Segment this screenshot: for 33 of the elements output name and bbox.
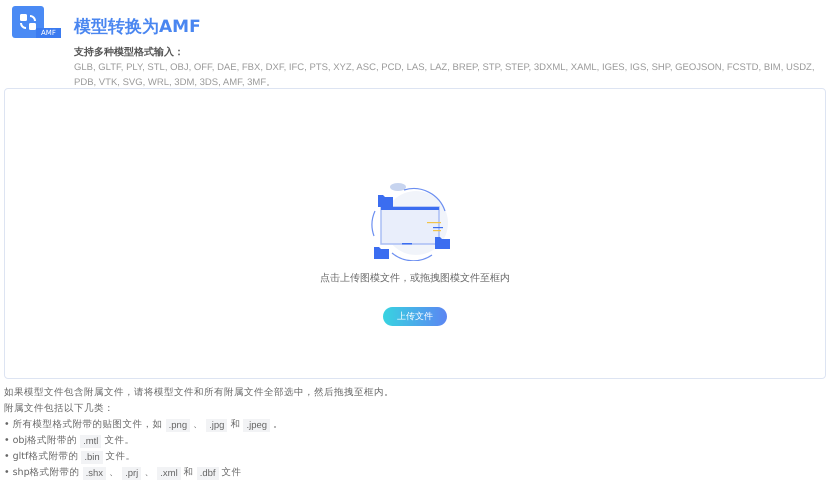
formats-label: 支持多种模型格式输入： (74, 46, 185, 60)
bullet-text: 、 (109, 466, 120, 480)
file-extension: .xml (157, 466, 181, 480)
bullet-text: 。 (273, 418, 284, 432)
bullet-marker: • (4, 466, 10, 480)
bullet-text: 所有模型格式附带的贴图文件，如 (12, 418, 163, 432)
bullet-text: gltf格式附带的 (12, 450, 78, 464)
bullet-text: 、 (144, 466, 154, 480)
upload-hint: 点击上传图模文件，或拖拽图模文件至框内 (320, 272, 510, 285)
bullet-text: 和 (230, 418, 240, 432)
bullet-text: 、 (193, 418, 204, 432)
file-extension: .png (166, 418, 190, 432)
bullet-text: 文件 (222, 466, 242, 480)
bullet-marker: • (4, 418, 10, 432)
file-extension: .shx (82, 466, 106, 480)
bullet-marker: • (4, 434, 10, 448)
bullet-text: 文件。 (104, 434, 134, 448)
bullet-text: shp格式附带的 (12, 466, 80, 480)
bullet-text: 和 (184, 466, 194, 480)
page-title: 模型转换为AMF (74, 16, 202, 38)
attachments-label: 附属文件包括以下几类： (4, 402, 115, 416)
file-extension: .jpg (206, 418, 228, 432)
file-extension: .mtl (80, 434, 102, 448)
formats-list: GLB, GLTF, PLY, STL, OBJ, OFF, DAE, FBX, DXF, IFC, PTS, XYZ, ASC, PCD, LAS, LAZ, BREP, STP, STEP, 3DXML, XAML, IGES, IGS, SHP, GEOJSON, FCSTD, BIM, USDZ, PDB, VTK, SVG, WRL, 3DM, 3DS, AMF, 3MF。 (74, 60, 819, 90)
upload-dropzone[interactable]: 点击上传图模文件，或拖拽图模文件至框内 上传文件 (4, 88, 826, 379)
file-extension: .dbf (196, 466, 219, 480)
bullet-text: obj格式附带的 (12, 434, 78, 448)
file-extension: .jpeg (243, 418, 270, 432)
file-extension: .bin (81, 450, 103, 464)
bullet-marker: • (4, 450, 10, 464)
instruction-text: 如果模型文件包含附属文件，请将模型文件和所有附属文件全部选中，然后拖拽至框内。 (4, 386, 395, 400)
file-extension: .prj (122, 466, 142, 480)
bullet-text: 文件。 (106, 450, 136, 464)
